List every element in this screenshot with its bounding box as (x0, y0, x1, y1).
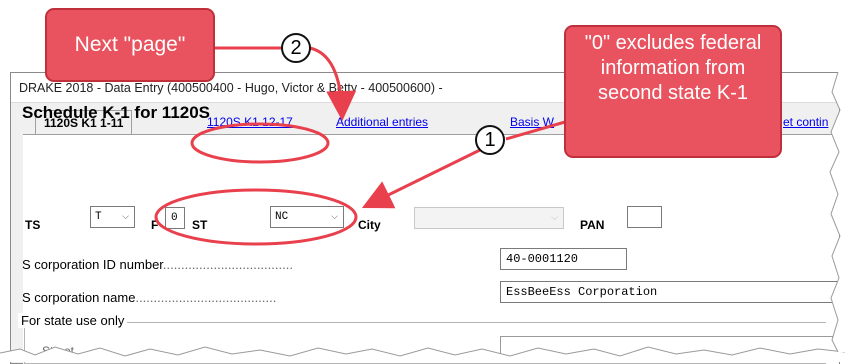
arrow-1 (361, 148, 481, 209)
arrow-2 (309, 46, 357, 121)
highlight-oval-fields (154, 188, 358, 246)
callout-next-page: Next "page" (45, 8, 215, 82)
highlight-oval-tab (190, 122, 330, 164)
step-marker-2: 2 (281, 33, 311, 63)
step-marker-1: 1 (475, 125, 505, 155)
arrow-1-connector (505, 120, 566, 141)
callout-excludes-federal: "0" excludes federal information from se… (564, 25, 782, 158)
